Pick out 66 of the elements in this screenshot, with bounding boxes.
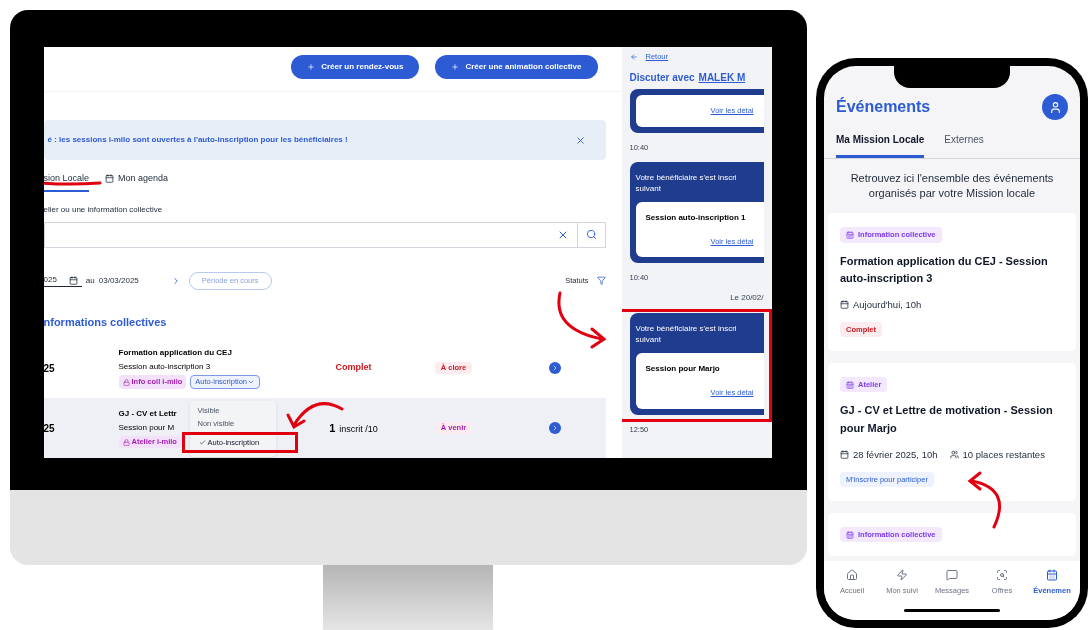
date-separator: Le 20/02/ <box>730 292 764 305</box>
create-button[interactable]: Créer un rendez-vous <box>291 55 420 79</box>
lock-icon <box>122 438 130 446</box>
event-date: 28 février 2025, 10h <box>840 447 938 462</box>
date-separator: au <box>85 274 95 287</box>
events-tab[interactable]: Ma Mission Locale <box>836 132 925 158</box>
session-subtitle: Session pour M <box>118 422 175 435</box>
message-icon <box>946 568 958 581</box>
view-tab[interactable]: Mon agenda <box>105 172 169 192</box>
calendar-icon <box>846 530 854 539</box>
calendar-icon <box>846 380 854 389</box>
home-icon <box>846 568 858 581</box>
chevron-icon[interactable] <box>548 422 561 434</box>
create-button[interactable]: Créer une animation collective <box>435 55 598 79</box>
caret-icon <box>247 378 256 386</box>
user-icon <box>1048 100 1062 114</box>
plus-icon <box>307 63 316 71</box>
message-text: Votre bénéficiaire s'est inscri suivant <box>635 323 738 346</box>
filter-icon <box>596 276 606 286</box>
search-field[interactable] <box>43 221 606 249</box>
view-tab[interactable]: sion Locale <box>43 172 90 192</box>
search-label: elier ou une information collective <box>43 203 164 216</box>
calendar-icon <box>105 174 115 184</box>
section-title: nformations collectives <box>43 314 168 330</box>
search-icon <box>996 568 1008 581</box>
places-remaining: 10 places restantes <box>949 447 1045 462</box>
date-cell-text: 25 <box>43 361 56 376</box>
back-arrow-icon <box>629 52 638 61</box>
contact-link[interactable]: MALEK M <box>698 70 746 86</box>
start-date-field[interactable]: 025 <box>43 274 82 288</box>
date-cell-text: 25 <box>43 421 56 436</box>
chevron-icon[interactable] <box>548 362 561 374</box>
calendar-icon <box>68 275 78 285</box>
page-title: Événements <box>836 96 931 117</box>
capacity-text: inscrit /10 <box>339 422 378 436</box>
annotation-arrow <box>556 291 606 349</box>
lightning-icon <box>896 568 908 581</box>
events-tab[interactable]: Externes <box>944 132 984 158</box>
intro-text: Retrouvez ici l'ensemble des événements organisés par votre Mission locale <box>849 171 1055 202</box>
session-title: GJ - CV et Lettr <box>118 408 177 421</box>
underline-mark <box>43 181 101 186</box>
close-icon[interactable] <box>574 134 586 146</box>
banner-text: é : les sessions i-milo sont ouvertes à l'auto-inscription pour les bénéficiaires ! <box>47 134 348 146</box>
calendar-icon <box>1046 568 1058 581</box>
session-title: Formation application du CEJ <box>118 347 232 360</box>
annotation-arrow <box>967 471 1002 529</box>
calendar-icon <box>846 230 854 239</box>
calendar-icon <box>840 300 849 310</box>
session-name: Session pour Marjo <box>645 363 721 376</box>
lock-icon <box>122 378 130 386</box>
check-icon <box>198 438 206 446</box>
registered-count: 1 <box>329 420 336 436</box>
event-date: Aujourd'hui, 10h <box>840 297 922 312</box>
session-subtitle: Session auto-inscription 3 <box>118 361 211 374</box>
search-icon[interactable] <box>585 229 597 241</box>
event-title: GJ - CV et Lettre de motivation - Session pour Marjo <box>840 403 1054 437</box>
event-title: Formation application du CEJ - Session auto-inscription 3 <box>840 253 1049 287</box>
session-name: Session auto-inscription 1 <box>645 211 747 224</box>
plus-icon <box>451 63 460 71</box>
calendar-icon <box>840 450 849 460</box>
chat-title: Discuter avec <box>629 71 695 86</box>
people-icon <box>949 450 959 460</box>
message-text: Votre bénéficiaire s'est inscri suivant <box>635 171 738 194</box>
capacity-text: Complet <box>335 361 372 375</box>
profile-button[interactable] <box>1042 94 1068 120</box>
end-date-field[interactable]: 03/03/2025 <box>98 274 139 287</box>
